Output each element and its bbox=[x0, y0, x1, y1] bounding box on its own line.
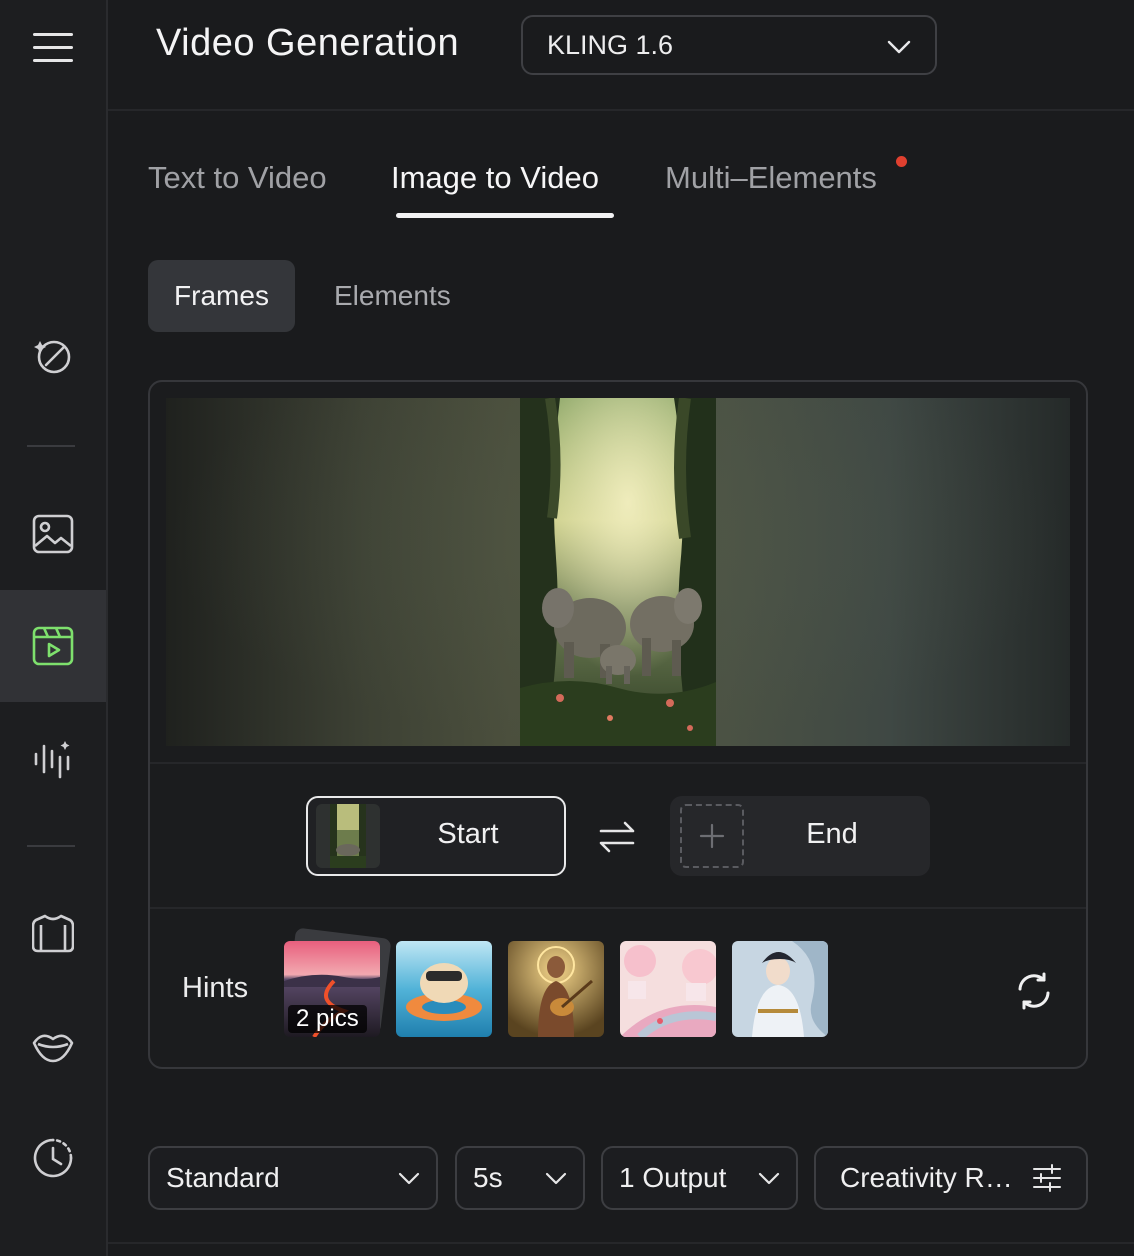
video-icon[interactable] bbox=[0, 590, 106, 702]
output-count-value: 1 Output bbox=[619, 1162, 727, 1193]
bottom-divider bbox=[108, 1242, 1134, 1244]
creativity-settings-button[interactable]: Creativity R… bbox=[814, 1146, 1088, 1210]
hint-thumbnail-candy-town[interactable] bbox=[620, 941, 716, 1037]
start-frame-label: Start bbox=[437, 818, 499, 850]
sidebar-divider bbox=[27, 445, 75, 447]
duration-select[interactable]: 5s bbox=[455, 1146, 585, 1210]
subtab-frames[interactable]: Frames bbox=[148, 260, 295, 332]
hints-label: Hints bbox=[182, 972, 249, 1004]
quality-select-value: Standard bbox=[166, 1162, 280, 1193]
chevron-down-icon bbox=[758, 1172, 780, 1185]
sidebar-divider bbox=[27, 845, 75, 847]
image-icon[interactable] bbox=[0, 504, 106, 564]
preview-image[interactable] bbox=[520, 398, 716, 746]
page-title: Video Generation bbox=[156, 22, 460, 64]
menu-icon[interactable] bbox=[0, 18, 106, 78]
lips-icon[interactable] bbox=[0, 1016, 106, 1076]
duration-select-value: 5s bbox=[473, 1162, 503, 1193]
model-select-value: KLING 1.6 bbox=[547, 29, 674, 60]
audio-wave-icon[interactable] bbox=[0, 728, 106, 788]
tab-multi-elements[interactable]: Multi–Elements bbox=[665, 160, 877, 196]
notification-dot bbox=[896, 156, 907, 167]
model-select[interactable]: KLING 1.6 bbox=[521, 15, 937, 75]
tshirt-icon[interactable] bbox=[0, 904, 106, 964]
panel-divider bbox=[150, 762, 1086, 764]
header-divider bbox=[108, 109, 1134, 111]
panel-divider bbox=[150, 907, 1086, 909]
magic-brush-icon[interactable] bbox=[0, 326, 106, 386]
tab-text-to-video[interactable]: Text to Video bbox=[148, 160, 327, 196]
tab-image-to-video[interactable]: Image to Video bbox=[391, 160, 599, 196]
plus-icon bbox=[698, 822, 726, 855]
chevron-down-icon bbox=[545, 1172, 567, 1185]
subtab-elements[interactable]: Elements bbox=[334, 260, 451, 332]
active-tab-indicator bbox=[396, 213, 614, 218]
swap-icon[interactable] bbox=[597, 817, 637, 862]
hint-pics-count: 2 pics bbox=[288, 1005, 367, 1033]
end-frame-label: End bbox=[806, 818, 858, 850]
hint-thumbnail-hamster[interactable] bbox=[396, 941, 492, 1037]
chevron-down-icon bbox=[887, 30, 911, 61]
history-icon[interactable] bbox=[0, 1128, 106, 1188]
chevron-down-icon bbox=[398, 1172, 420, 1185]
output-count-select[interactable]: 1 Output bbox=[601, 1146, 798, 1210]
start-frame-thumbnail bbox=[316, 804, 380, 868]
sliders-icon bbox=[1032, 1164, 1062, 1192]
refresh-icon[interactable] bbox=[1013, 970, 1055, 1017]
quality-select[interactable]: Standard bbox=[148, 1146, 438, 1210]
sidebar bbox=[0, 0, 108, 1256]
hint-thumbnail-warrior[interactable] bbox=[732, 941, 828, 1037]
hint-thumbnail-musician[interactable] bbox=[508, 941, 604, 1037]
creativity-settings-label: Creativity R… bbox=[840, 1162, 1013, 1193]
